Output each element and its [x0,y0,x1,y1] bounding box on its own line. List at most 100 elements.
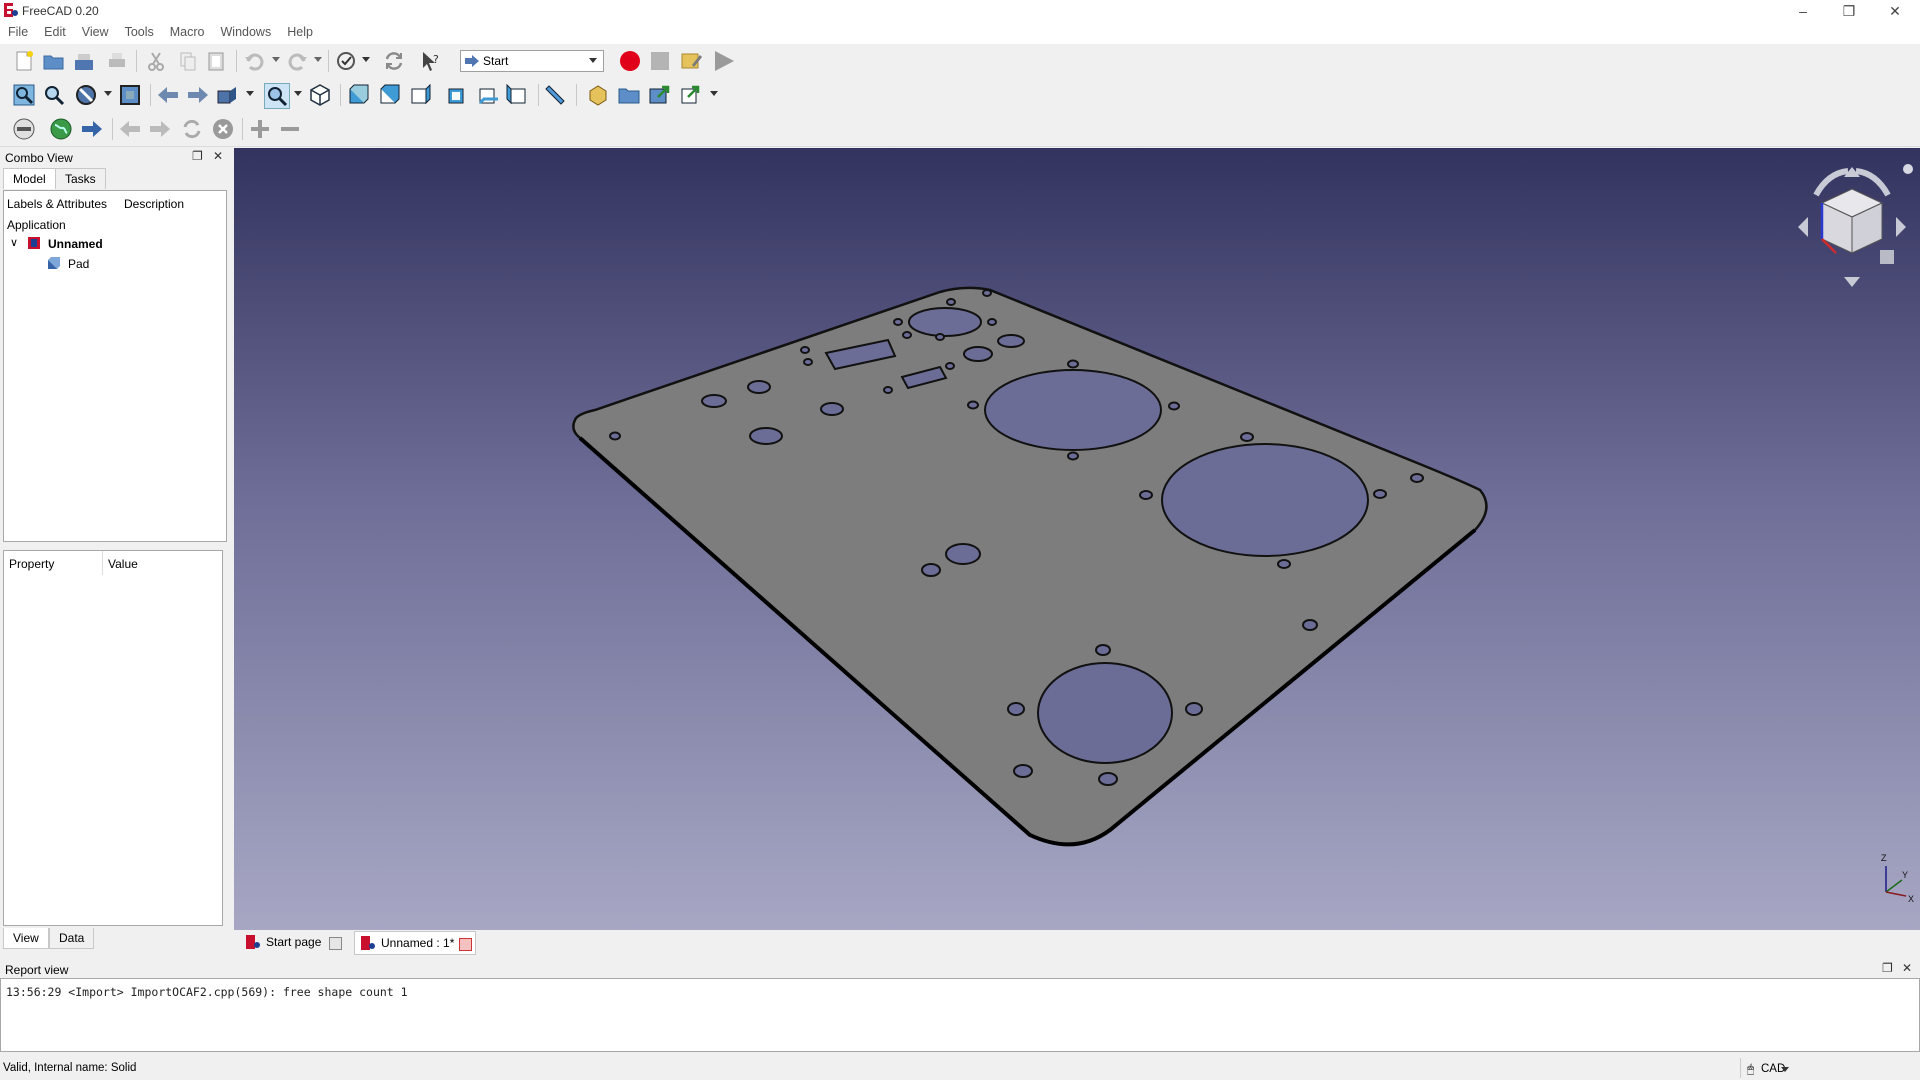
record-icon [620,51,640,71]
link-actions-button[interactable] [680,83,704,107]
menu-help[interactable]: Help [279,22,321,39]
nav-arrow-down-icon[interactable] [1844,277,1860,287]
fit-selection-button[interactable] [42,83,66,107]
bottom-view-button[interactable] [475,83,499,107]
undo-dropdown-arrow[interactable] [272,57,280,62]
tab-unnamed-document[interactable]: Unnamed : 1* [354,931,476,955]
front-view-button[interactable] [345,83,369,107]
undock-icon[interactable]: ❐ [192,149,203,163]
close-window-button[interactable]: ✕ [1872,0,1918,22]
measure-distance-button[interactable] [543,83,567,107]
nav-menu-icon[interactable] [1903,164,1913,174]
view-back-button[interactable] [156,83,180,107]
view-forward-button[interactable] [186,83,210,107]
property-column[interactable]: Property [9,557,54,571]
workbench-selector[interactable]: Start [460,50,604,72]
macro-stop-button[interactable] [648,49,672,73]
menu-windows[interactable]: Windows [213,22,280,39]
fit-all-button[interactable] [12,83,36,107]
minimize-button[interactable]: – [1780,0,1826,22]
draw-style-dropdown-arrow[interactable] [104,91,112,96]
tab-model[interactable]: Model [3,168,56,189]
close-icon[interactable]: ✕ [213,149,223,163]
refresh-model-button[interactable] [334,49,358,73]
web-nav-button[interactable] [12,117,36,141]
tab-view[interactable]: View [3,928,49,949]
tree-object-pad[interactable]: Pad [68,257,89,271]
isometric-view-button[interactable] [308,83,332,107]
web-zoom-in-button[interactable] [248,117,272,141]
zoom-dropdown-arrow[interactable] [294,91,302,96]
open-button[interactable] [42,49,66,73]
create-group-button[interactable] [617,83,641,107]
web-stop-button[interactable] [211,117,235,141]
restore-button[interactable]: ❐ [1826,0,1872,22]
web-previous-button[interactable] [118,117,142,141]
create-link-button[interactable] [648,83,672,107]
print-button[interactable] [105,49,129,73]
document-icon [28,237,40,249]
left-view-button[interactable] [506,83,530,107]
ruler-icon [545,85,565,105]
zoom-button[interactable] [264,83,290,109]
bounding-box-button[interactable] [118,83,142,107]
tree-column-description[interactable]: Description [124,197,184,211]
nav-arrow-left-icon[interactable] [1798,217,1808,237]
menu-macro[interactable]: Macro [162,22,213,39]
menu-file[interactable]: File [0,22,36,39]
menu-edit[interactable]: Edit [36,22,74,39]
stop-icon [651,52,669,70]
tab-data[interactable]: Data [49,928,95,949]
navigation-cube[interactable] [1798,164,1913,287]
tree-document-unnamed[interactable]: Unnamed [48,237,103,251]
medium-hole [908,307,982,337]
menu-tools[interactable]: Tools [117,22,162,39]
undock-icon[interactable]: ❐ [1882,961,1893,975]
std-views-dropdown-arrow[interactable] [246,91,254,96]
cut-button[interactable] [144,49,168,73]
rear-view-button[interactable] [444,83,468,107]
link-actions-dropdown-arrow[interactable] [710,91,718,96]
recompute-button[interactable] [382,49,406,73]
new-document-button[interactable] [12,49,36,73]
redo-button[interactable] [286,49,310,73]
whats-this-button[interactable]: ? [419,49,443,73]
copy-button[interactable] [176,49,200,73]
rotate-cw-icon[interactable] [1855,168,1891,197]
draw-style-button[interactable] [74,83,98,107]
open-website-button[interactable] [49,117,73,141]
paste-button[interactable] [204,49,228,73]
workbench-label: Start [483,54,509,68]
std-views-button[interactable] [216,83,240,107]
top-view-button[interactable] [376,83,400,107]
navigation-style-selector[interactable]: 🖱 CAD [1740,1058,1920,1078]
web-go-button[interactable] [80,117,104,141]
save-button[interactable] [72,49,96,73]
close-tab-icon[interactable] [329,937,342,950]
redo-dropdown-arrow[interactable] [314,57,322,62]
macros-button[interactable] [680,49,704,73]
macro-record-button[interactable] [618,49,642,73]
scissors-icon [148,52,164,71]
tree-column-labels[interactable]: Labels & Attributes [7,197,107,211]
undo-button[interactable] [242,49,266,73]
value-column[interactable]: Value [108,557,138,571]
chevron-down-icon[interactable]: ∨ [10,236,18,249]
nav-arrow-right-icon[interactable] [1896,217,1906,237]
tab-start-page[interactable]: Start page [242,931,342,953]
web-refresh-button[interactable] [180,117,204,141]
3d-viewport[interactable]: Z Y X [234,148,1920,930]
web-zoom-out-button[interactable] [278,117,302,141]
macro-execute-button[interactable] [712,49,736,73]
refresh-dropdown-arrow[interactable] [362,57,370,62]
nav-view-menu-icon[interactable] [1880,250,1894,264]
menu-view[interactable]: View [74,22,117,39]
right-view-button[interactable] [407,83,431,107]
rotate-ccw-icon[interactable] [1813,168,1849,197]
web-next-button[interactable] [148,117,172,141]
close-icon[interactable]: ✕ [1902,961,1912,975]
close-tab-icon[interactable] [459,938,472,951]
create-part-button[interactable] [586,83,610,107]
report-view[interactable]: 13:56:29 <Import> ImportOCAF2.cpp(569): … [0,978,1920,1052]
tab-tasks[interactable]: Tasks [55,168,106,189]
